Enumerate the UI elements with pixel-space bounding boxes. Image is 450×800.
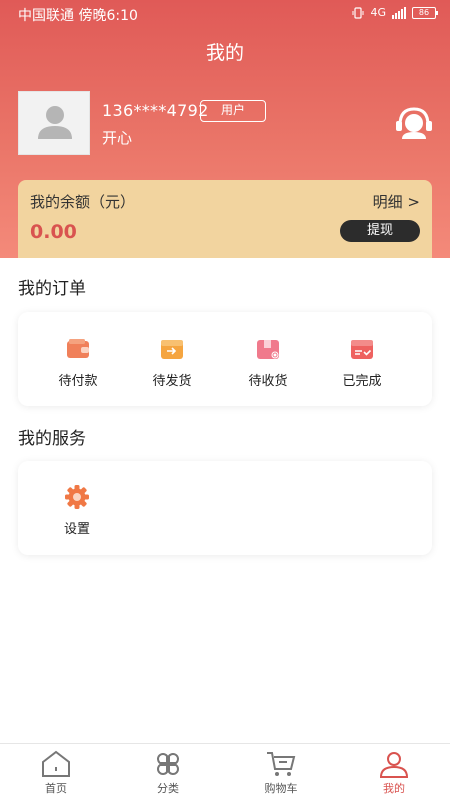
user-role-badge: 用户 [200, 100, 266, 122]
bottom-tab-bar: 首页 分类 购物车 我的 [0, 743, 450, 800]
balance-card: 我的余额（元） 明细 > 0.00 提现 [18, 180, 432, 258]
order-pending-shipment[interactable]: 待发货 [127, 336, 217, 389]
avatar[interactable] [18, 91, 90, 155]
wallet-icon [67, 339, 89, 358]
withdraw-button[interactable]: 提现 [340, 220, 420, 242]
order-pending-payment-label: 待付款 [58, 374, 98, 389]
status-bar: 中国联通 傍晚6:10 4G 86 [0, 0, 450, 28]
tab-home-label: 首页 [45, 782, 67, 795]
home-icon [42, 750, 70, 777]
tab-cart-label: 购物车 [264, 782, 298, 795]
page-title: 我的 [205, 42, 244, 64]
cart-icon [267, 752, 296, 776]
battery-icon: 86 [412, 6, 438, 19]
order-completed-label: 已完成 [342, 374, 382, 389]
tab-home[interactable]: 首页 [0, 744, 112, 800]
tab-cart[interactable]: 购物车 [225, 744, 337, 800]
tab-mine-label: 我的 [383, 782, 405, 795]
order-pending-receipt-label: 待收货 [248, 374, 288, 389]
services-card: 设置 [18, 461, 432, 555]
balance-detail-link[interactable]: 明细 > [373, 191, 420, 212]
tab-mine[interactable]: 我的 [338, 744, 450, 800]
balance-label: 我的余额（元） [30, 193, 136, 211]
receive-box-icon [257, 340, 279, 359]
order-pending-payment[interactable]: 待付款 [33, 336, 123, 389]
ship-box-icon [161, 340, 183, 359]
user-nickname: 开心 [102, 129, 133, 147]
service-settings[interactable]: 设置 [32, 484, 122, 537]
category-icon [157, 753, 179, 775]
customer-service-icon[interactable] [392, 103, 436, 143]
tab-category[interactable]: 分类 [112, 744, 224, 800]
order-completed[interactable]: 已完成 [317, 336, 407, 389]
order-pending-shipment-label: 待发货 [152, 374, 192, 389]
user-icon [379, 752, 409, 778]
services-section-title: 我的服务 [18, 429, 86, 449]
battery-level: 86 [418, 7, 430, 17]
signal-icon [392, 6, 406, 19]
gear-icon [65, 485, 89, 509]
avatar-placeholder-icon [38, 106, 72, 139]
orders-section-title: 我的订单 [18, 279, 86, 299]
balance-amount: 0.00 [30, 221, 77, 243]
tab-category-label: 分类 [157, 782, 179, 795]
orders-card: 待付款 待发货 待收货 已完成 [18, 312, 432, 406]
order-pending-receipt[interactable]: 待收货 [223, 336, 313, 389]
network-type: 4G [370, 6, 386, 19]
vibrate-icon [352, 6, 364, 19]
user-phone: 136****4792 [102, 101, 209, 120]
status-carrier-time: 中国联通 傍晚6:10 [18, 8, 138, 24]
completed-box-icon [351, 340, 373, 359]
service-settings-label: 设置 [63, 522, 90, 537]
status-icons: 4G 86 [352, 6, 438, 19]
